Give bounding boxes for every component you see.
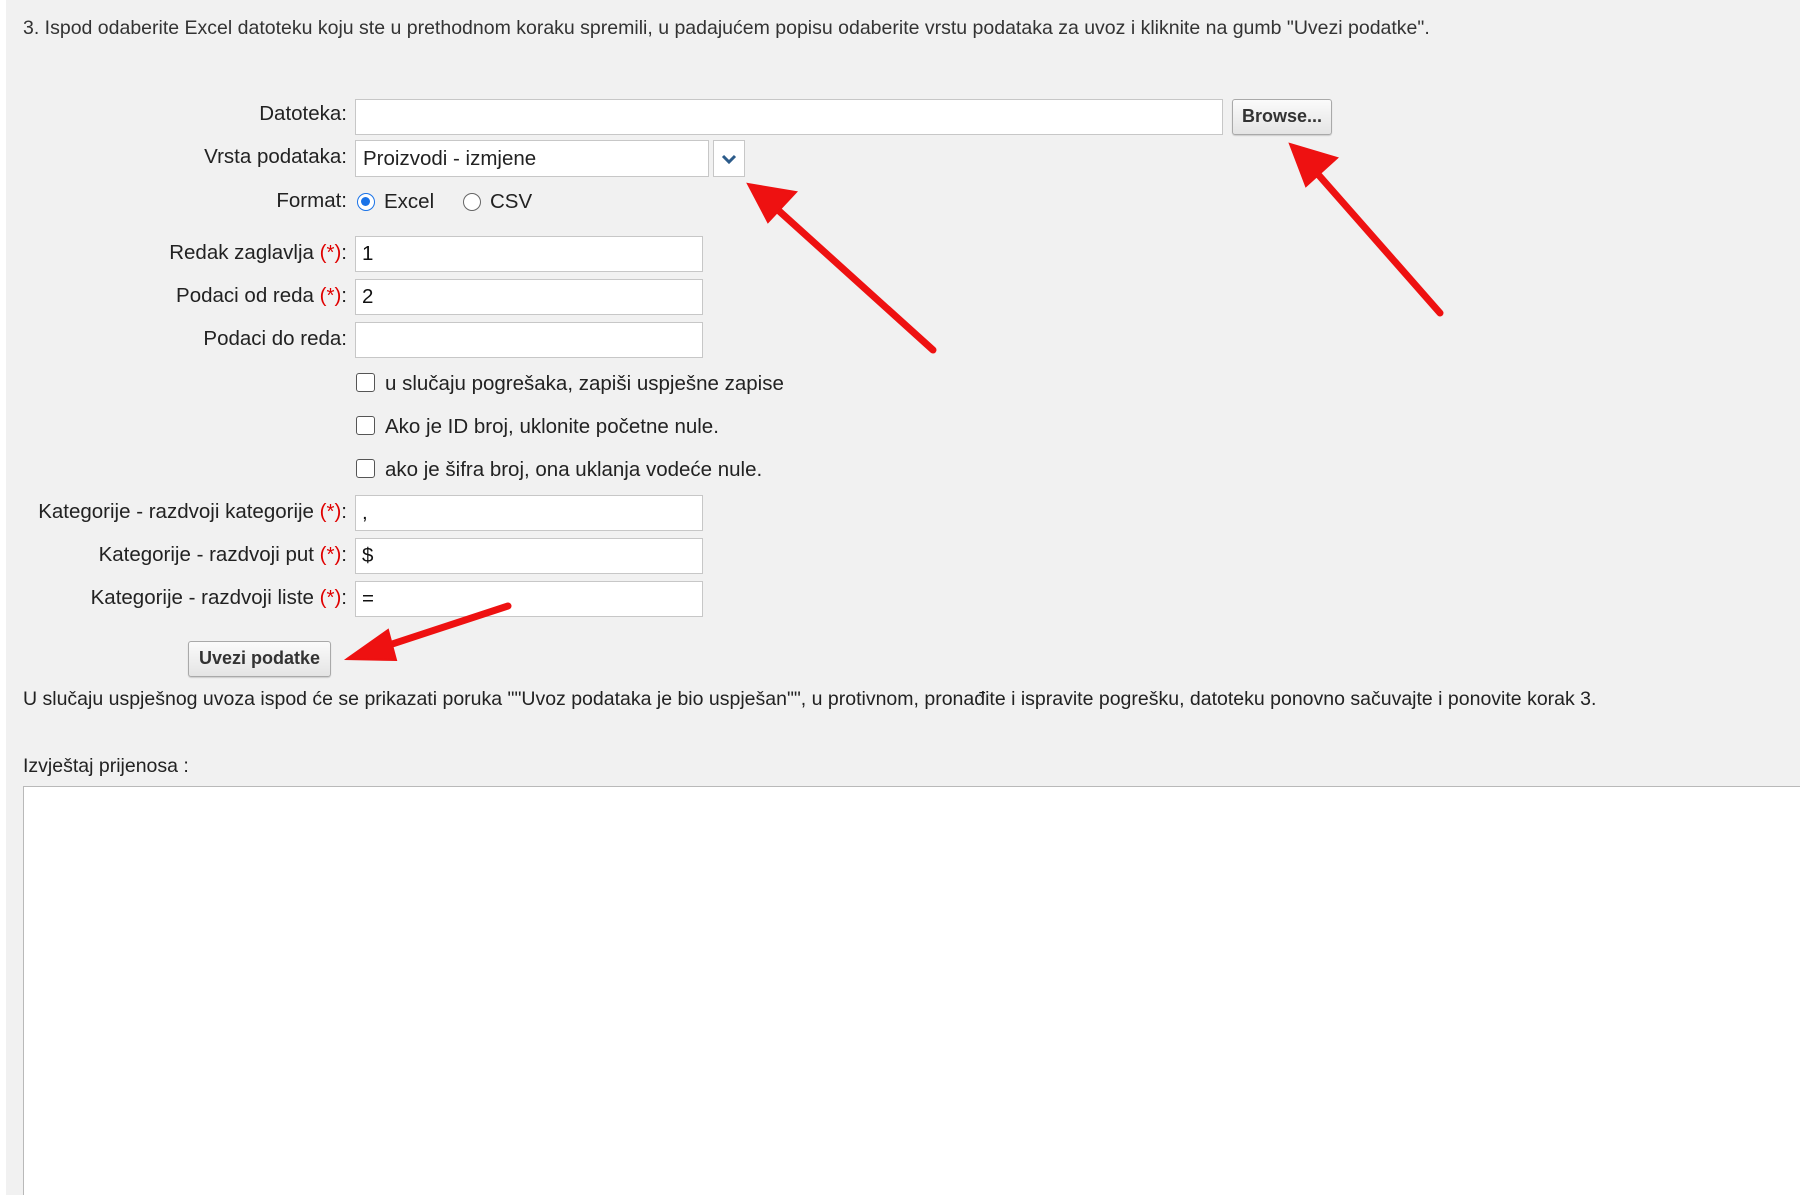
chevron-down-icon[interactable] xyxy=(713,140,745,177)
data-to-label: Podaci do reda: xyxy=(203,327,347,350)
format-excel-label: Excel xyxy=(384,190,435,213)
type-label: Vrsta podataka: xyxy=(204,145,347,168)
intro-text: 3. Ispod odaberite Excel datoteku koju s… xyxy=(23,17,1430,39)
data-to-input[interactable] xyxy=(355,322,703,358)
strip-code-zeros-label: ako je šifra broj, ona uklanja vodeće nu… xyxy=(385,458,763,481)
strip-code-zeros-checkbox[interactable] xyxy=(356,459,375,478)
data-from-label: Podaci od reda (*): xyxy=(176,284,347,307)
data-type-select[interactable]: Proizvodi - izmjene xyxy=(355,140,745,177)
format-label: Format: xyxy=(276,189,347,212)
strip-id-zeros-checkbox[interactable] xyxy=(356,416,375,435)
file-input[interactable] xyxy=(355,99,1223,135)
cat-split-label: Kategorije - razdvoji kategorije (*): xyxy=(38,500,347,523)
cat-split-input[interactable] xyxy=(355,495,703,531)
cat-path-label: Kategorije - razdvoji put (*): xyxy=(98,543,347,566)
browse-button[interactable]: Browse... xyxy=(1232,99,1332,135)
strip-id-zeros-label: Ako je ID broj, uklonite početne nule. xyxy=(385,415,719,438)
header-row-label: Redak zaglavlja (*): xyxy=(169,241,347,264)
result-info-text: U slučaju uspješnog uvoza ispod će se pr… xyxy=(23,688,1597,710)
save-successful-label: u slučaju pogrešaka, zapiši uspješne zap… xyxy=(385,372,784,395)
data-from-input[interactable] xyxy=(355,279,703,315)
cat-list-input[interactable] xyxy=(355,581,703,617)
report-label: Izvještaj prijenosa : xyxy=(23,755,189,777)
format-csv-label: CSV xyxy=(490,190,533,213)
save-successful-checkbox[interactable] xyxy=(356,373,375,392)
report-textarea[interactable] xyxy=(23,786,1800,1195)
format-excel-radio[interactable] xyxy=(357,193,375,211)
import-button[interactable]: Uvezi podatke xyxy=(188,641,331,677)
cat-path-input[interactable] xyxy=(355,538,703,574)
cat-list-label: Kategorije - razdvoji liste (*): xyxy=(90,586,347,609)
file-label: Datoteka: xyxy=(259,102,347,125)
format-csv-radio[interactable] xyxy=(463,193,481,211)
header-row-input[interactable] xyxy=(355,236,703,272)
data-type-value: Proizvodi - izmjene xyxy=(355,140,709,177)
